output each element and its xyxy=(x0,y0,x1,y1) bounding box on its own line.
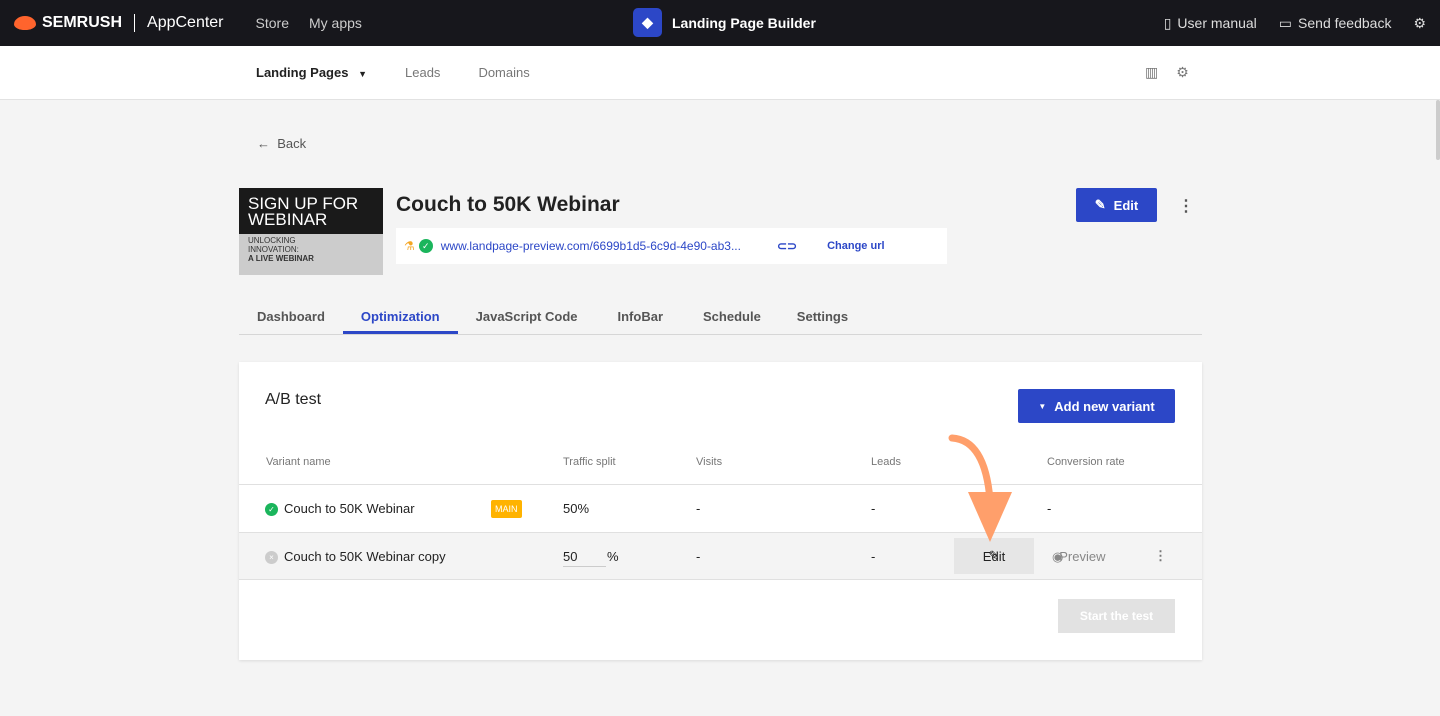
percent-unit: % xyxy=(607,549,619,564)
settings-gear-icon[interactable]: ⚙ xyxy=(1413,15,1426,32)
back-label: Back xyxy=(277,136,307,151)
annotation-arrow-icon xyxy=(948,434,1012,542)
subnav-leads[interactable]: Leads xyxy=(405,65,440,80)
flask-icon: ⚗ xyxy=(404,239,415,253)
sub-nav: Landing Pages ▼ Leads Domains ▥ ⚙ xyxy=(0,46,1440,100)
landing-pages-label: Landing Pages xyxy=(256,65,349,80)
landing-page-builder-icon: ◆ xyxy=(633,8,662,37)
change-url-button[interactable]: Change url xyxy=(827,240,884,252)
add-variant-label: Add new variant xyxy=(1054,398,1155,414)
add-new-variant-button[interactable]: ▼ Add new variant xyxy=(1018,389,1175,423)
col-leads: Leads xyxy=(871,456,901,468)
active-check-icon: ✓ xyxy=(265,503,278,516)
edit-label: Edit xyxy=(982,548,1006,564)
url-box: ⚗ ✓ www.landpage-preview.com/6699b1d5-6c… xyxy=(396,228,947,264)
nav-store[interactable]: Store xyxy=(256,15,289,31)
edit-page-button[interactable]: ✎ Edit xyxy=(1076,188,1157,222)
back-link[interactable]: ← Back xyxy=(257,136,306,151)
user-manual-label: User manual xyxy=(1177,14,1257,31)
variant-name[interactable]: Couch to 50K Webinar copy xyxy=(284,549,446,564)
caret-down-icon: ▼ xyxy=(1038,401,1047,411)
subnav-domains[interactable]: Domains xyxy=(478,65,529,80)
page-thumbnail[interactable]: SIGN UP FOR WEBINAR UNLOCKING INNOVATION: A… xyxy=(239,188,383,275)
traffic-split: 50% xyxy=(563,501,590,516)
table-row: × Couch to 50K Webinar copy 50 % - - ✎ Ed… xyxy=(239,532,1202,580)
ab-test-card: A/B test ▼ Add new variant Variant name T… xyxy=(239,362,1202,660)
comment-icon: ▭ xyxy=(1278,14,1293,31)
col-variant-name: Variant name xyxy=(266,456,331,468)
semrush-logo[interactable]: SEMRUSH AppCenter xyxy=(14,14,224,32)
check-circle-icon: ✓ xyxy=(418,239,433,253)
thumb-text: INNOVATION: xyxy=(248,245,299,254)
send-feedback-link[interactable]: ▭ Send feedback xyxy=(1279,15,1392,32)
send-feedback-label: Send feedback xyxy=(1298,14,1392,31)
product-name: AppCenter xyxy=(147,14,224,31)
divider xyxy=(134,14,136,32)
subnav-landing-pages[interactable]: Landing Pages ▼ xyxy=(256,65,367,80)
col-traffic-split: Traffic split xyxy=(563,456,616,468)
preview-button[interactable]: ◉ Preview xyxy=(1052,549,1105,564)
thumb-text: WEBINAR xyxy=(248,210,328,229)
col-visits: Visits xyxy=(696,456,723,468)
traffic-split-input[interactable]: 50 xyxy=(563,549,606,567)
preview-label: Preview xyxy=(1059,549,1106,564)
app-title-text: Landing Page Builder xyxy=(672,14,816,31)
leads: - xyxy=(871,501,876,516)
caret-down-icon: ▼ xyxy=(358,69,368,79)
copy-link-icon[interactable]: ⊂⊃ xyxy=(777,239,797,253)
tab-settings[interactable]: Settings xyxy=(779,300,866,334)
row-more-icon[interactable]: ⋮ xyxy=(1154,548,1167,564)
thumb-text: A LIVE WEBINAR xyxy=(248,254,314,263)
edit-label: Edit xyxy=(1113,197,1139,213)
main-badge: MAIN xyxy=(491,500,522,518)
scrollbar[interactable] xyxy=(1436,100,1440,160)
tab-infobar[interactable]: InfoBar xyxy=(596,300,686,334)
brand-name: SEMRUSH xyxy=(42,14,123,31)
gear-icon[interactable]: ⚙ xyxy=(1176,64,1189,81)
book-icon: ▯ xyxy=(1163,14,1172,31)
tabs: Dashboard Optimization JavaScript Code I… xyxy=(239,300,1202,335)
start-test-button[interactable]: Start the test xyxy=(1058,599,1175,633)
arrow-left-icon: ← xyxy=(257,136,270,151)
visits: - xyxy=(696,501,701,516)
visits: - xyxy=(696,549,701,564)
pencil-icon: ✎ xyxy=(1094,197,1106,212)
nav-my-apps[interactable]: My apps xyxy=(309,15,362,31)
inactive-x-icon: × xyxy=(265,551,278,564)
tab-dashboard[interactable]: Dashboard xyxy=(239,300,343,334)
page-url-link[interactable]: www.landpage-preview.com/6699b1d5-6c9d-4… xyxy=(441,239,741,253)
tab-javascript-code[interactable]: JavaScript Code xyxy=(458,300,596,334)
more-options-icon[interactable]: ⋮ xyxy=(1178,196,1194,216)
page-title: Couch to 50K Webinar xyxy=(396,193,620,216)
tab-optimization[interactable]: Optimization xyxy=(342,300,458,334)
leads: - xyxy=(871,549,876,564)
ab-test-title: A/B test xyxy=(265,391,322,408)
top-bar: SEMRUSH AppCenter Store My apps ◆ Landin… xyxy=(0,0,1440,46)
table-row: ✓ Couch to 50K Webinar MAIN 50% - - - xyxy=(239,484,1202,532)
conversion-rate: - xyxy=(1047,501,1052,516)
chart-icon[interactable]: ▥ xyxy=(1145,64,1158,81)
tab-schedule[interactable]: Schedule xyxy=(685,300,779,334)
thumb-text: UNLOCKING xyxy=(248,236,296,245)
col-conversion-rate: Conversion rate xyxy=(1047,456,1125,468)
app-title: ◆ Landing Page Builder xyxy=(633,8,816,37)
semrush-flame-icon xyxy=(14,16,36,30)
user-manual-link[interactable]: ▯ User manual xyxy=(1164,15,1257,32)
variant-name[interactable]: Couch to 50K Webinar xyxy=(284,501,415,516)
